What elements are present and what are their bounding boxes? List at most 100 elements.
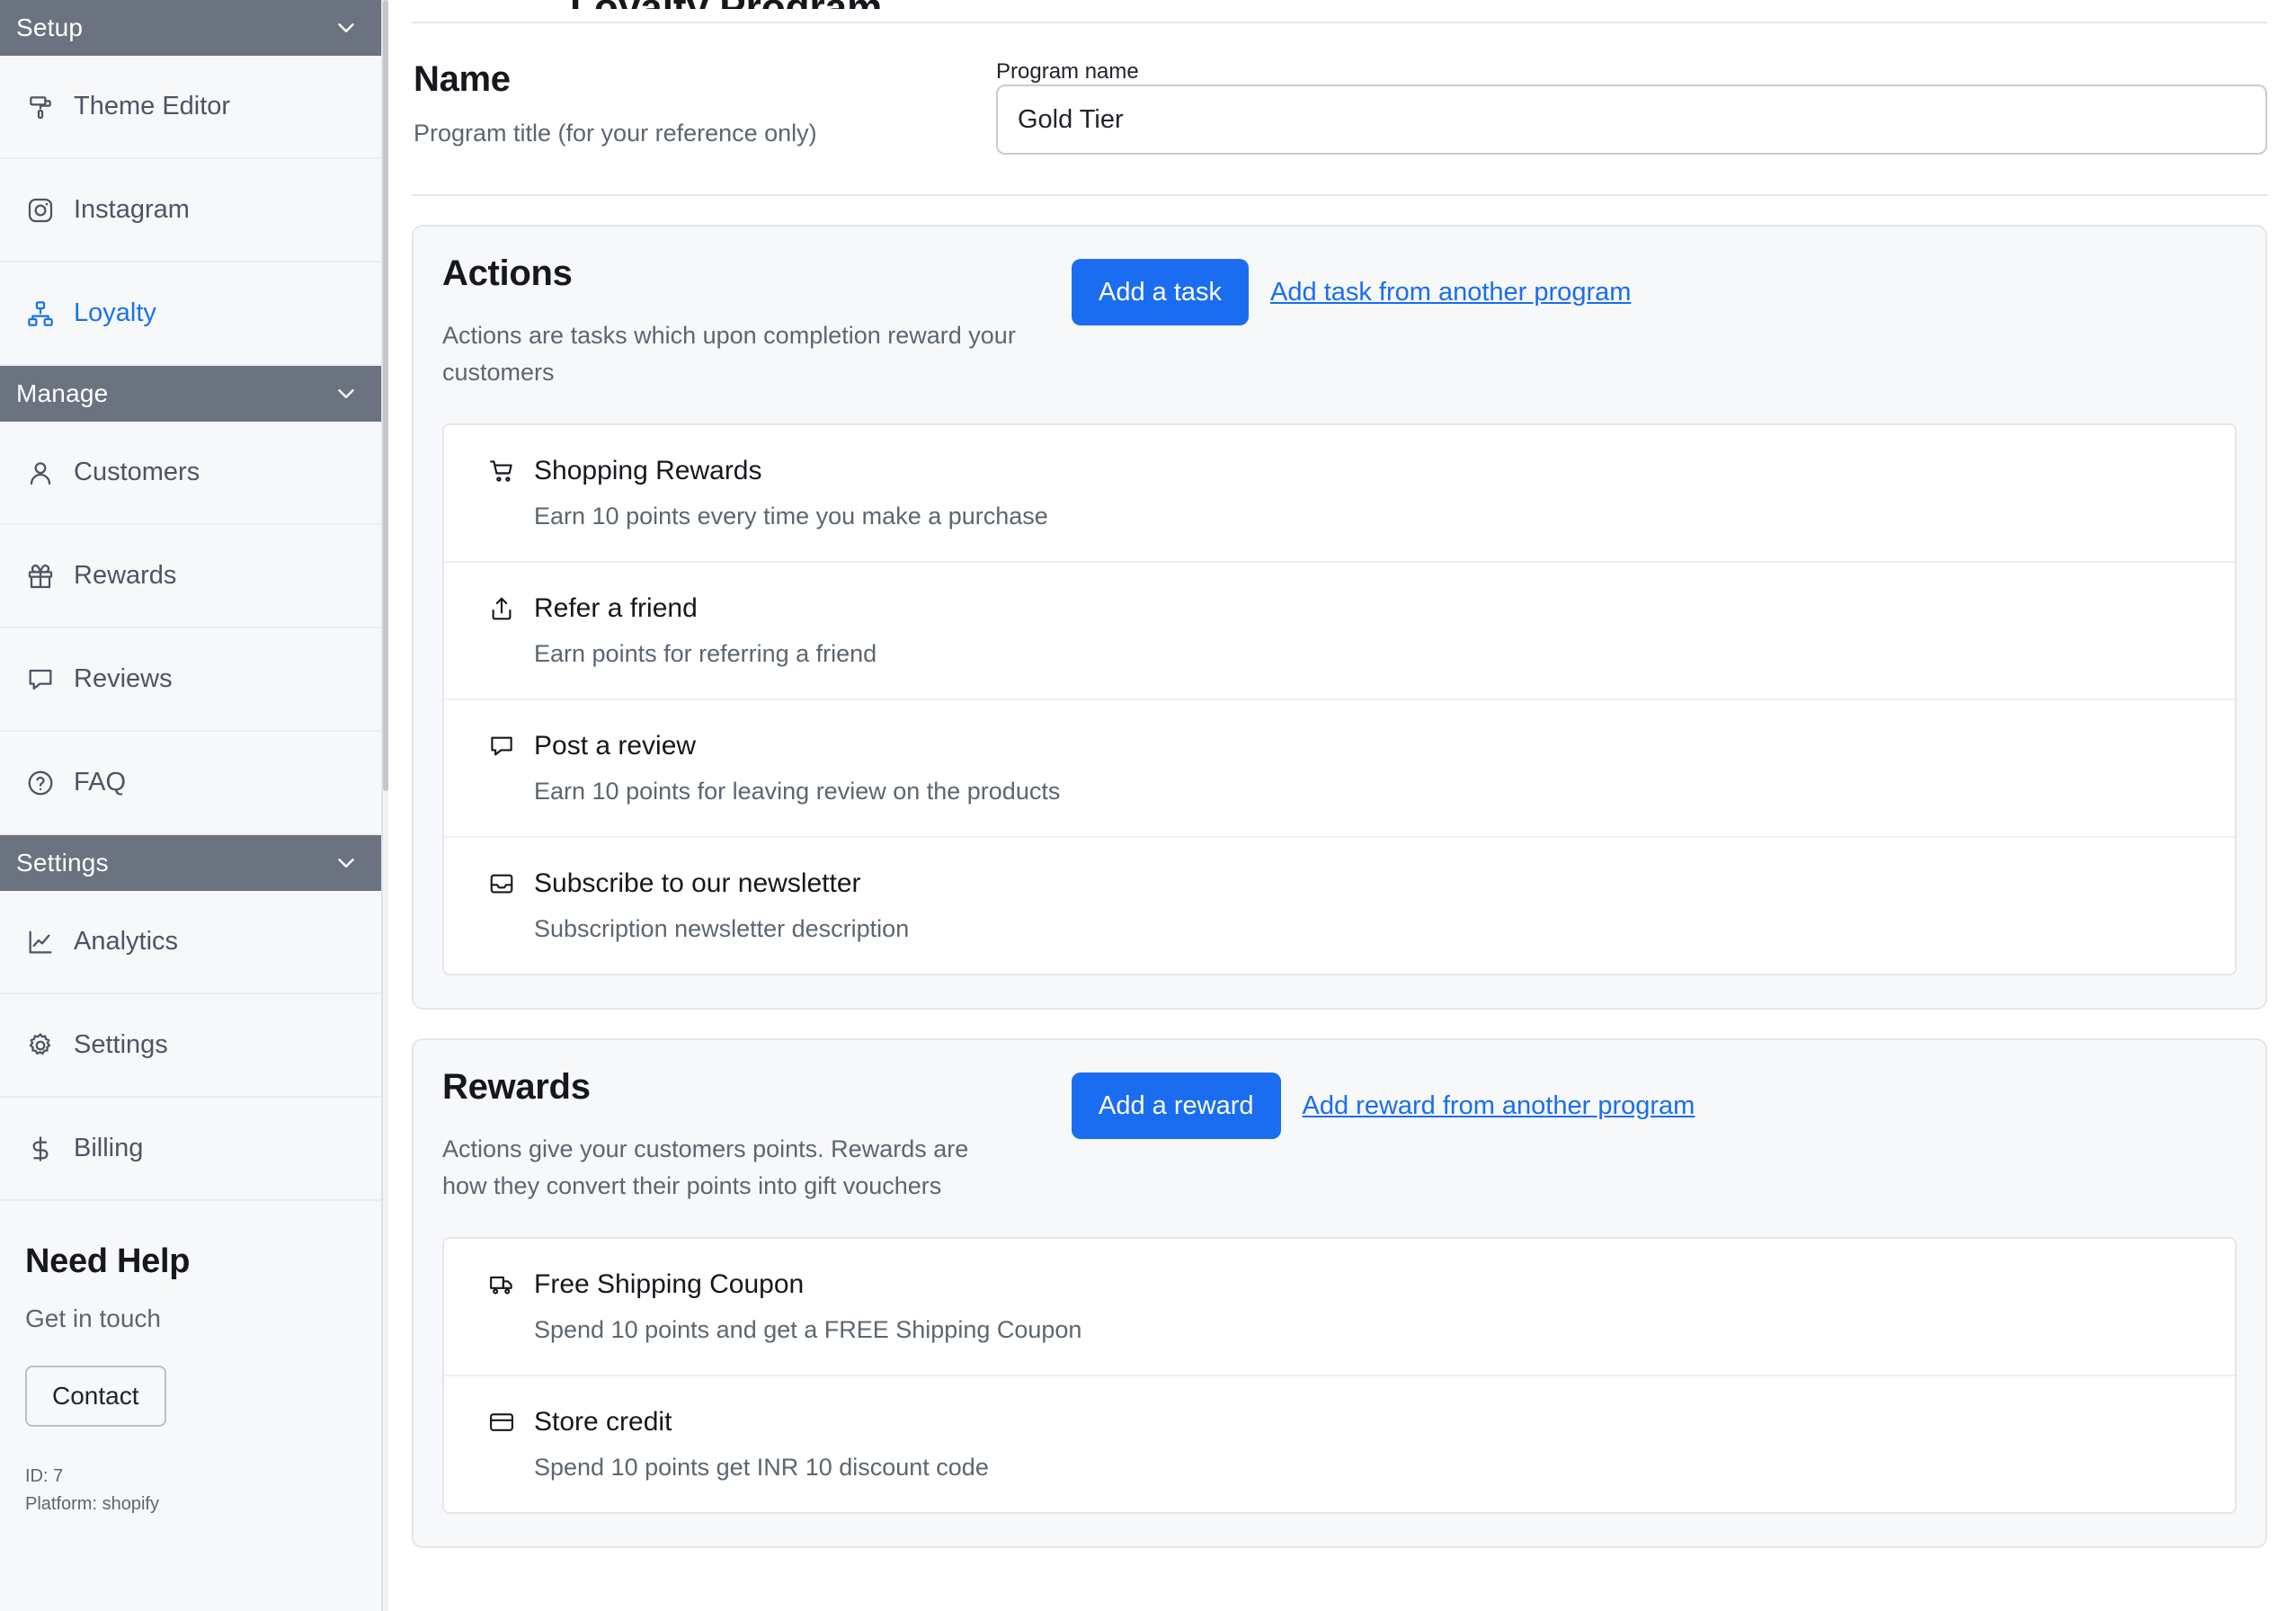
add-a-task-button[interactable]: Add a task [1072, 259, 1250, 325]
sidebar-item-label: FAQ [74, 768, 127, 797]
sidebar-group-label: Manage [16, 379, 109, 407]
sidebar-item-label: Theme Editor [74, 92, 231, 120]
actions-header-controls: Add a task Add task from another program [1072, 254, 1631, 325]
credit-card-icon [487, 1408, 516, 1437]
sidebar-item-faq[interactable]: FAQ [0, 732, 381, 835]
sidebar-group-label: Setup [16, 13, 84, 41]
list-item-title-row: Free Shipping Coupon [487, 1269, 2235, 1300]
scrollbar-thumb[interactable] [383, 0, 388, 791]
sidebar-item-label: Loyalty [74, 298, 156, 327]
actions-list: Shopping Rewards Earn 10 points every tim… [442, 423, 2237, 976]
list-item[interactable]: Subscribe to our newsletter Subscription … [444, 838, 2235, 975]
sidebar-group-manage[interactable]: Manage [0, 366, 381, 422]
main-content: Loyalty Program Name Program title (for … [383, 0, 2296, 1611]
rewards-section: Rewards Actions give your customers poin… [412, 1038, 2267, 1549]
chevron-down-icon [333, 850, 360, 877]
list-item-description: Earn 10 points for leaving review on the… [534, 778, 1061, 806]
list-item-title: Subscribe to our newsletter [534, 868, 861, 899]
sidebar-item-label: Billing [74, 1134, 144, 1162]
sidebar-group-settings[interactable]: Settings [0, 835, 381, 891]
sidebar-item-theme-editor[interactable]: Theme Editor [0, 56, 381, 159]
meta-id: ID: 7 [25, 1466, 64, 1486]
sidebar-item-label: Customers [74, 458, 200, 486]
chevron-down-icon [333, 380, 360, 407]
name-section-field: Program name [962, 59, 2267, 155]
list-item-title-row: Shopping Rewards [487, 456, 2235, 486]
sidebar-item-analytics[interactable]: Analytics [0, 891, 381, 994]
list-item-title-row: Refer a friend [487, 593, 2235, 624]
list-item-description: Subscription newsletter description [534, 915, 910, 943]
actions-description: Actions are tasks which upon completion … [442, 322, 1016, 387]
sidebar-item-label: Instagram [74, 195, 190, 224]
sidebar-item-reviews[interactable]: Reviews [0, 628, 381, 732]
list-item-title: Post a review [534, 731, 697, 761]
sidebar-item-instagram[interactable]: Instagram [0, 159, 381, 263]
sidebar: Setup Theme Editor Instagram Loyalty Manage C… [0, 0, 383, 1611]
add-task-from-another-program-link[interactable]: Add task from another program [1270, 278, 1631, 307]
actions-header: Actions Actions are tasks which upon com… [442, 254, 2237, 391]
list-item-description: Spend 10 points and get a FREE Shipping … [534, 1316, 1082, 1344]
name-description: Program title (for your reference only) [414, 120, 817, 147]
instagram-icon [25, 195, 56, 226]
need-help-panel: Need Help Get in touch Contact ID: 7 Pla… [0, 1201, 381, 1518]
list-item-title: Store credit [534, 1407, 672, 1437]
sitemap-icon [25, 298, 56, 329]
app-meta: ID: 7 Platform: shopify [25, 1463, 356, 1518]
paint-roller-icon [25, 92, 56, 122]
name-section: Name Program title (for your reference o… [412, 23, 2267, 196]
add-reward-from-another-program-link[interactable]: Add reward from another program [1303, 1091, 1695, 1121]
list-item[interactable]: Refer a friend Earn points for referring … [444, 563, 2235, 701]
sidebar-item-label: Analytics [74, 927, 179, 956]
name-section-text: Name Program title (for your reference o… [412, 59, 962, 155]
page-title: Loyalty Program [570, 0, 2267, 9]
actions-header-text: Actions Actions are tasks which upon com… [442, 254, 1072, 391]
rewards-list: Free Shipping Coupon Spend 10 points and … [442, 1237, 2237, 1515]
sidebar-item-label: Settings [74, 1030, 168, 1059]
shopping-cart-icon [487, 457, 516, 485]
chat-bubble-icon [25, 664, 56, 695]
sidebar-nav: Setup Theme Editor Instagram Loyalty Manage C… [0, 0, 381, 1201]
list-item[interactable]: Store credit Spend 10 points get INR 10 d… [444, 1376, 2235, 1513]
sidebar-item-label: Reviews [74, 664, 173, 693]
sidebar-item-rewards[interactable]: Rewards [0, 525, 381, 628]
sidebar-item-customers[interactable]: Customers [0, 422, 381, 525]
program-name-input[interactable] [996, 85, 2267, 155]
question-circle-icon [25, 768, 56, 798]
inbox-icon [487, 869, 516, 898]
list-item-description: Earn points for referring a friend [534, 640, 877, 668]
sidebar-item-billing[interactable]: Billing [0, 1098, 381, 1201]
program-name-label: Program name [996, 59, 1139, 84]
user-icon [25, 458, 56, 488]
need-help-subtitle: Get in touch [25, 1304, 161, 1332]
gift-icon [25, 561, 56, 592]
list-item[interactable]: Shopping Rewards Earn 10 points every tim… [444, 425, 2235, 564]
sidebar-group-label: Settings [16, 849, 109, 877]
sidebar-group-setup[interactable]: Setup [0, 0, 381, 56]
actions-section: Actions Actions are tasks which upon com… [412, 225, 2267, 1010]
list-item-title: Shopping Rewards [534, 456, 762, 486]
list-item[interactable]: Free Shipping Coupon Spend 10 points and … [444, 1239, 2235, 1377]
list-item-description: Earn 10 points every time you make a pur… [534, 503, 1048, 530]
chevron-down-icon [333, 14, 360, 41]
list-item-title-row: Post a review [487, 731, 2235, 761]
rewards-title: Rewards [442, 1067, 591, 1108]
app-root: Setup Theme Editor Instagram Loyalty Manage C… [0, 0, 2296, 1611]
gear-icon [25, 1030, 56, 1061]
truck-icon [487, 1270, 516, 1299]
page-body: Loyalty Program Name Program title (for … [388, 0, 2296, 1549]
list-item[interactable]: Post a review Earn 10 points for leaving … [444, 700, 2235, 839]
list-item-description: Spend 10 points get INR 10 discount code [534, 1454, 989, 1482]
rewards-description: Actions give your customers points. Rewa… [442, 1135, 969, 1200]
list-item-title: Refer a friend [534, 593, 698, 624]
contact-button[interactable]: Contact [25, 1366, 166, 1427]
dollar-icon [25, 1134, 56, 1164]
add-a-reward-button[interactable]: Add a reward [1072, 1073, 1281, 1140]
list-item-title-row: Subscribe to our newsletter [487, 868, 2235, 899]
actions-title: Actions [442, 254, 573, 293]
name-heading: Name [414, 59, 511, 99]
main-scrollbar[interactable] [383, 0, 388, 1611]
share-upload-icon [487, 594, 516, 623]
chat-bubble-icon [487, 732, 516, 761]
sidebar-item-loyalty[interactable]: Loyalty [0, 263, 381, 366]
sidebar-item-settings[interactable]: Settings [0, 994, 381, 1098]
